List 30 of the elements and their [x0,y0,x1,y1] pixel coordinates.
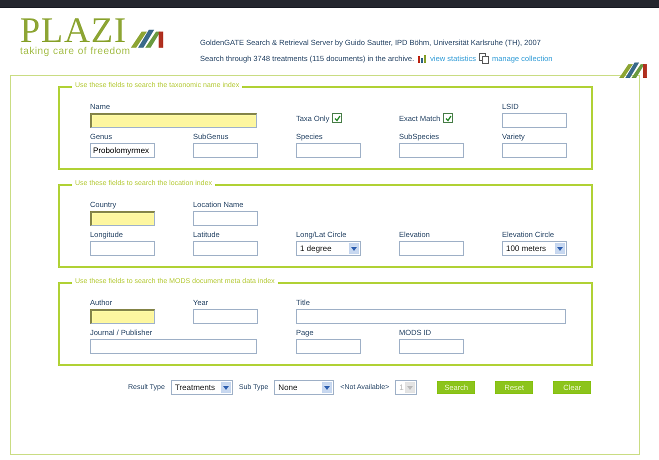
text-field[interactable] [296,143,361,158]
text-field[interactable]: Probolomyrmex [90,143,155,158]
text-field[interactable] [296,339,361,354]
text-field[interactable] [193,211,258,226]
tagline: taking care of freedom [20,46,132,57]
text-field[interactable] [296,309,566,324]
text-field[interactable] [90,309,155,324]
text-field[interactable] [193,309,258,324]
bar-chart-icon [417,54,428,63]
books-logo-icon [617,61,649,78]
dropdown[interactable]: 1 degree [296,241,361,256]
text-field[interactable] [502,143,567,158]
logo-text: PLAZI [20,12,127,48]
text-field[interactable] [90,241,155,256]
dropdown[interactable]: Treatments [170,380,233,395]
checkbox[interactable] [332,113,342,123]
text-field[interactable] [193,143,258,158]
text-field[interactable] [90,113,257,128]
dropdown[interactable]: None [274,380,334,395]
text-field[interactable] [399,241,464,256]
dropdown[interactable]: 100 meters [502,241,567,256]
checkbox[interactable] [443,113,454,123]
text-field[interactable] [90,339,257,354]
text-field[interactable] [399,143,464,158]
text-field[interactable] [90,211,155,226]
text-field[interactable] [193,241,258,256]
documents-icon [479,53,489,64]
books-logo-icon [129,28,165,48]
text-field[interactable] [502,113,567,128]
text-field[interactable] [399,339,464,354]
